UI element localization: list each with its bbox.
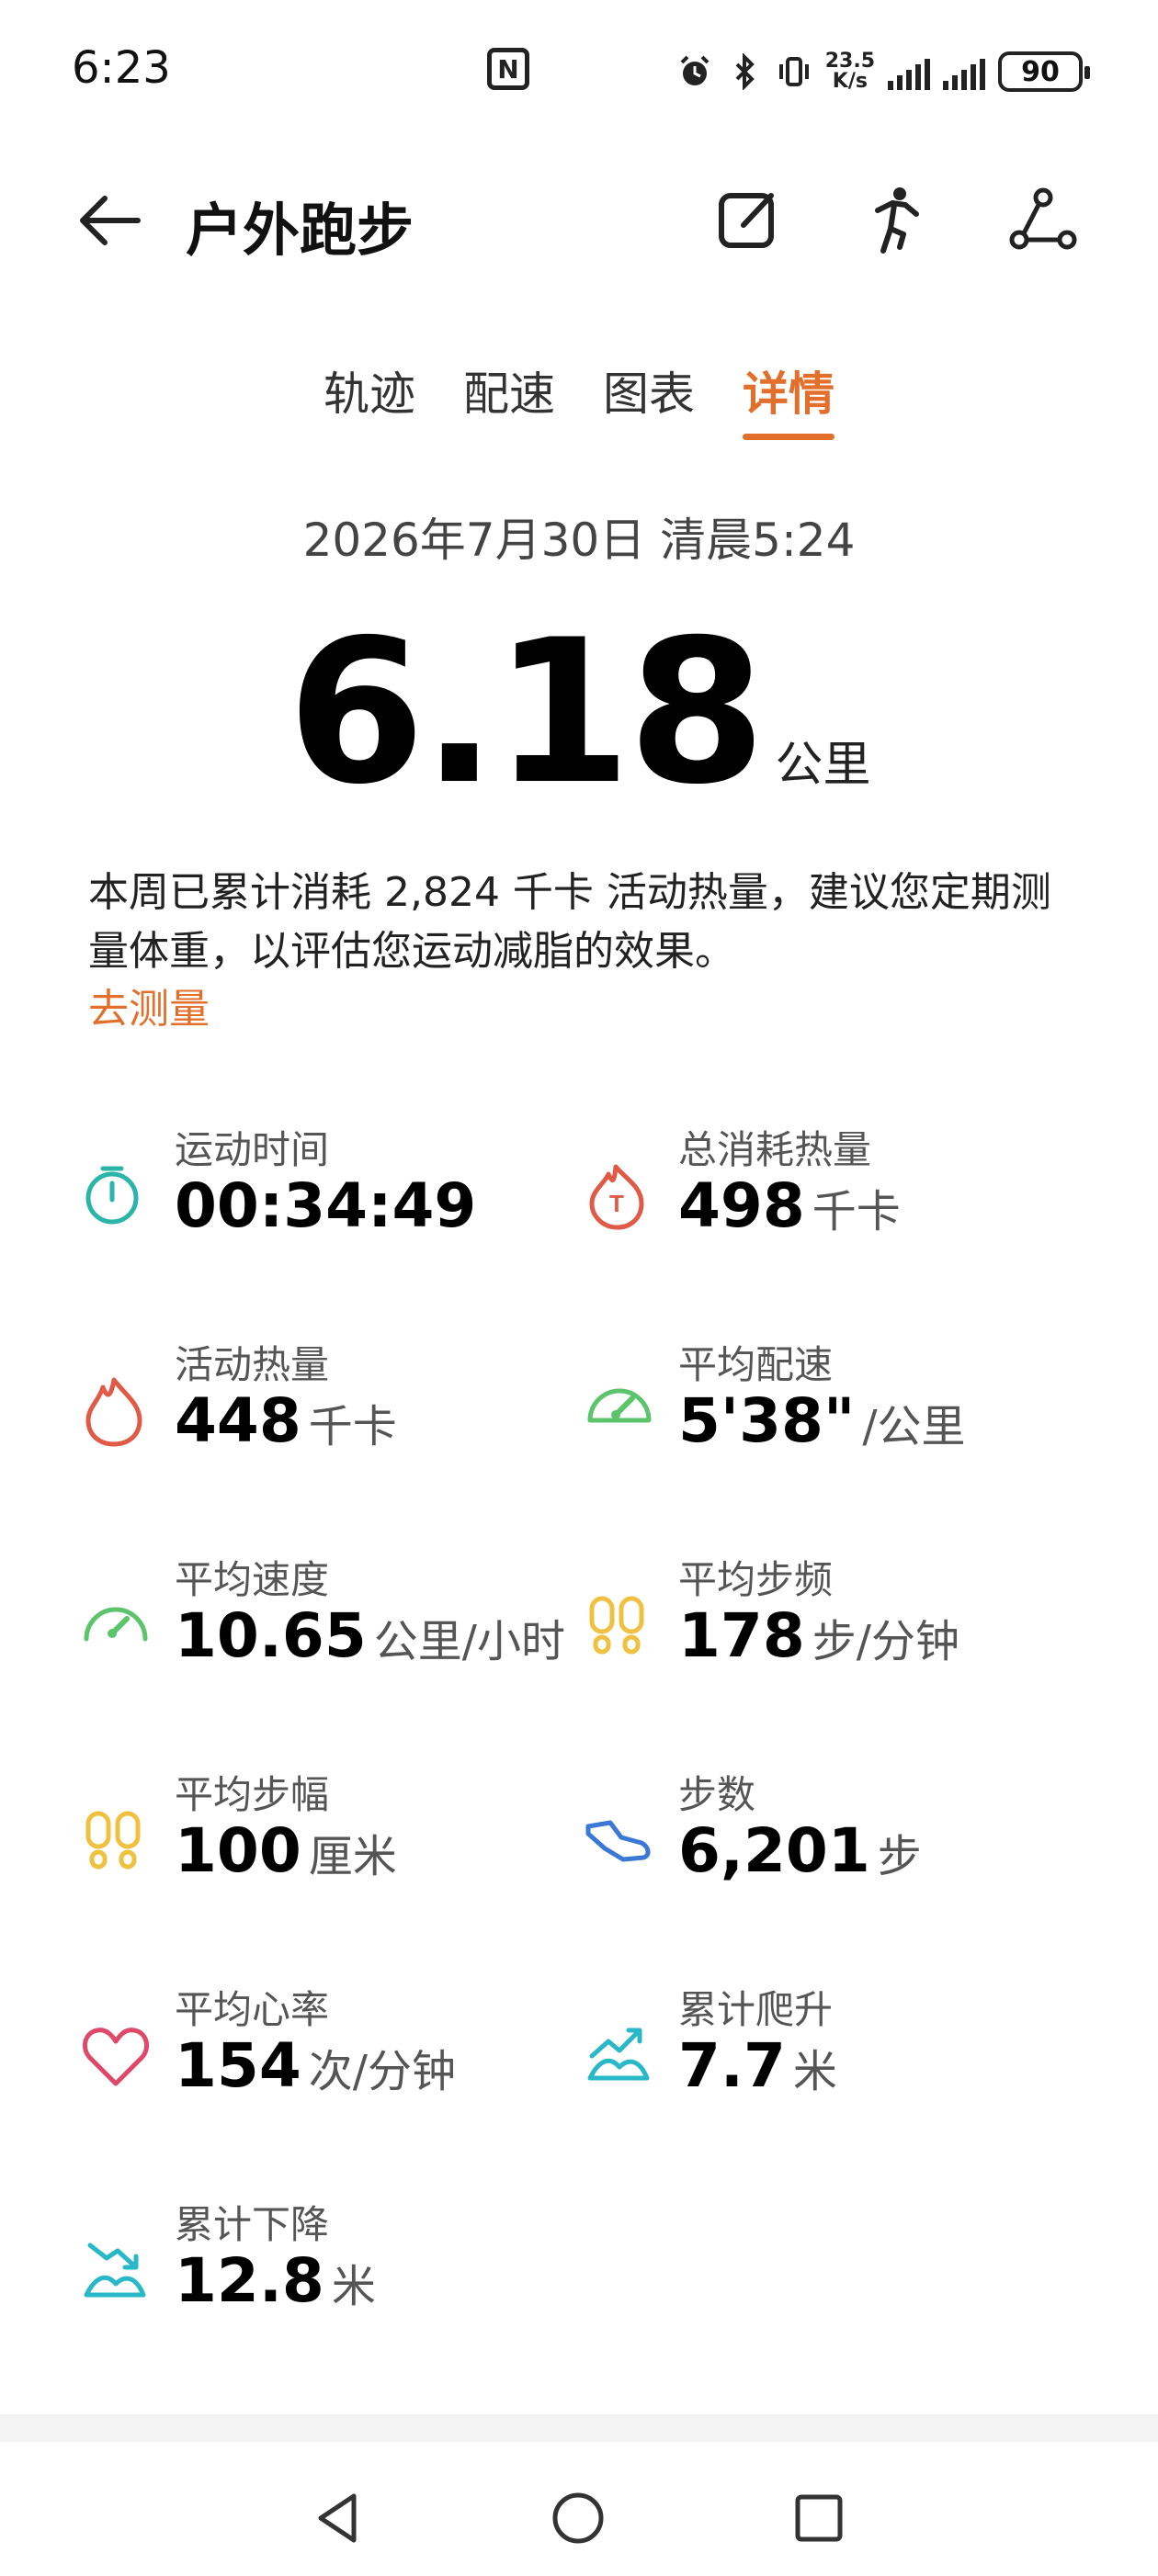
stat-unit: 米 bbox=[792, 2046, 837, 2097]
stat-value: 100 bbox=[175, 1815, 301, 1886]
workout-date: 2026年7月30日 清晨5:24 bbox=[302, 514, 856, 567]
stat-average-stride: 平均步幅 100 厘米 bbox=[79, 1764, 575, 1902]
speedometer-icon bbox=[84, 1607, 148, 1642]
stat-unit: 公里/小时 bbox=[373, 1616, 565, 1667]
tab-pace[interactable]: 配速 bbox=[463, 354, 555, 446]
stat-value: 448 bbox=[175, 1385, 301, 1456]
nav-home-button[interactable] bbox=[546, 2486, 610, 2550]
total-calorie-icon: T bbox=[589, 1164, 644, 1230]
stat-duration: 运动时间 00:34:49 bbox=[79, 1119, 575, 1257]
distance-unit: 公里 bbox=[775, 738, 871, 793]
runner-icon bbox=[875, 187, 919, 254]
runner-button[interactable] bbox=[853, 178, 936, 261]
back-button[interactable] bbox=[74, 184, 147, 257]
stat-unit: 厘米 bbox=[308, 1831, 397, 1882]
stat-value: 10.65 bbox=[175, 1600, 367, 1671]
header: 户外跑步 bbox=[0, 156, 1158, 276]
stat-average-pace: 平均配速 5'38"/公里 bbox=[583, 1334, 1079, 1472]
stat-label: 平均步频 bbox=[678, 1557, 834, 1602]
ascent-icon bbox=[587, 2028, 650, 2081]
back-arrow-icon bbox=[80, 196, 141, 245]
stat-label: 平均速度 bbox=[175, 1557, 330, 1602]
network-speed-value: 23.5 bbox=[824, 50, 875, 73]
footprints-icon bbox=[85, 1811, 141, 1870]
stat-unit: 次/分钟 bbox=[308, 2046, 456, 2097]
measure-link[interactable]: 去测量 bbox=[88, 976, 210, 1034]
workout-detail-screen: 6:23 N 23.5 K/s 90 户外跑步 轨迹 配速 图表 详情 2026… bbox=[0, 0, 1158, 2576]
battery-icon: 90 bbox=[998, 51, 1090, 92]
distance-summary: 6.18 公里 bbox=[0, 597, 1158, 828]
stat-value: 178 bbox=[678, 1600, 805, 1671]
tab-chart[interactable]: 图表 bbox=[603, 354, 695, 446]
stat-value: 498 bbox=[678, 1170, 805, 1241]
descent-icon bbox=[84, 2243, 146, 2298]
stat-label: 活动热量 bbox=[175, 1342, 330, 1387]
stat-unit: 步/分钟 bbox=[812, 1616, 959, 1667]
stat-active-calories: 活动热量 448 千卡 bbox=[79, 1334, 575, 1472]
footprints-icon bbox=[589, 1596, 644, 1655]
edit-icon bbox=[719, 193, 774, 248]
stat-unit: 步 bbox=[877, 1831, 922, 1882]
stat-unit: /公里 bbox=[862, 1401, 966, 1452]
stat-label: 累计下降 bbox=[175, 2202, 330, 2247]
share-icon bbox=[1009, 187, 1077, 250]
stat-unit: 千卡 bbox=[812, 1186, 901, 1237]
section-divider bbox=[0, 2414, 1158, 2442]
battery-level: 90 bbox=[1021, 55, 1060, 88]
stat-label: 平均步幅 bbox=[175, 1772, 330, 1817]
stat-average-heart-rate: 平均心率 154 次/分钟 bbox=[79, 1979, 575, 2117]
stat-total-ascent: 累计爬升 7.7 米 bbox=[583, 1979, 1079, 2117]
stat-label: 平均心率 bbox=[175, 1987, 330, 2032]
status-icons: 23.5 K/s 90 bbox=[676, 44, 1090, 99]
distance-value: 6.18 bbox=[287, 597, 766, 828]
stat-label: 运动时间 bbox=[175, 1127, 330, 1172]
stat-label: 步数 bbox=[678, 1772, 756, 1817]
stat-value: 6,201 bbox=[678, 1815, 870, 1886]
network-speed: 23.5 K/s bbox=[825, 51, 875, 92]
stopwatch-icon bbox=[85, 1166, 139, 1225]
stat-steps: 步数 6,201 步 bbox=[583, 1764, 1079, 1902]
stat-value: 12.8 bbox=[175, 2245, 324, 2316]
home-circle-icon bbox=[552, 2492, 604, 2544]
stat-value: 154 bbox=[175, 2030, 301, 2101]
tab-track[interactable]: 轨迹 bbox=[324, 354, 415, 446]
alarm-icon bbox=[680, 55, 710, 85]
tab-bar: 轨迹 配速 图表 详情 bbox=[0, 354, 1158, 446]
status-time: 6:23 bbox=[72, 42, 171, 94]
page-title: 户外跑步 bbox=[186, 197, 414, 264]
stat-total-calories: T 总消耗热量 498 千卡 bbox=[583, 1119, 1079, 1257]
network-speed-unit: K/s bbox=[832, 70, 868, 93]
system-nav-bar bbox=[0, 2442, 1158, 2576]
nav-back-button[interactable] bbox=[305, 2486, 369, 2550]
shoe-icon bbox=[585, 1820, 651, 1862]
stat-unit: 米 bbox=[331, 2261, 376, 2312]
svg-text:T: T bbox=[609, 1190, 624, 1217]
nav-recents-button[interactable] bbox=[787, 2486, 851, 2550]
stat-total-descent: 累计下降 12.8 米 bbox=[79, 2194, 575, 2332]
signal-icon bbox=[943, 53, 985, 90]
share-button[interactable] bbox=[1002, 178, 1084, 261]
nfc-icon: N bbox=[487, 48, 529, 90]
vibrate-icon bbox=[778, 57, 809, 86]
heart-icon bbox=[82, 2028, 150, 2086]
stat-value: 7.7 bbox=[678, 2030, 786, 2101]
signal-icon bbox=[888, 53, 930, 90]
stat-average-cadence: 平均步频 178 步/分钟 bbox=[583, 1549, 1079, 1687]
recents-square-icon bbox=[795, 2494, 843, 2542]
pace-gauge-icon bbox=[587, 1388, 652, 1423]
stat-label: 累计爬升 bbox=[678, 1987, 834, 2032]
back-triangle-icon bbox=[318, 2493, 357, 2543]
stat-label: 总消耗热量 bbox=[678, 1127, 872, 1172]
bluetooth-icon bbox=[735, 53, 755, 90]
stat-unit: 千卡 bbox=[308, 1401, 397, 1452]
edit-button[interactable] bbox=[706, 178, 789, 261]
stat-label: 平均配速 bbox=[678, 1342, 834, 1387]
stat-value: 00:34:49 bbox=[175, 1170, 477, 1241]
stat-average-speed: 平均速度 10.65 公里/小时 bbox=[79, 1549, 575, 1687]
status-bar: 6:23 N 23.5 K/s 90 bbox=[0, 0, 1158, 138]
stat-value: 5'38" bbox=[678, 1385, 856, 1456]
tab-details[interactable]: 详情 bbox=[743, 354, 834, 446]
calorie-tip: 本周已累计消耗 2,824 千卡 活动热量，建议您定期测量体重，以评估您运动减脂… bbox=[88, 869, 1051, 975]
flame-icon bbox=[85, 1377, 142, 1447]
